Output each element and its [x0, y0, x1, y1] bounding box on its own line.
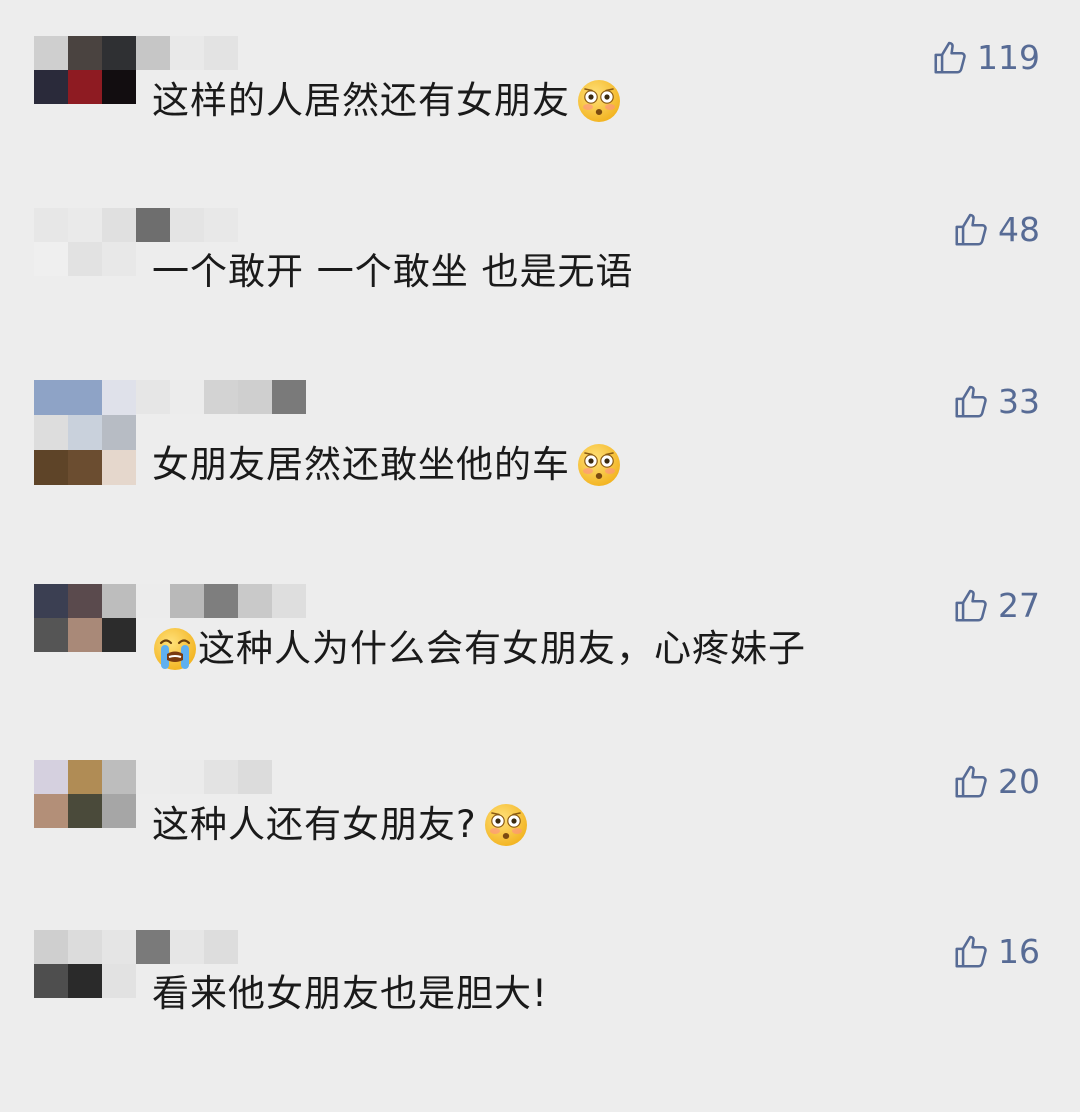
nickname-mosaic[interactable]	[136, 380, 306, 414]
like-button[interactable]: 119	[931, 38, 1040, 77]
nickname-mosaic[interactable]	[136, 930, 238, 964]
comment-item: 一个敢开 一个敢坐 也是无语 48	[0, 208, 1080, 390]
avatar[interactable]	[34, 584, 136, 652]
avatar[interactable]	[34, 760, 136, 828]
flushed-face-icon	[576, 442, 622, 488]
comment-text: 这种人还有女朋友?	[152, 802, 529, 848]
comment-text: 这种人为什么会有女朋友，心疼妹子	[152, 626, 806, 672]
like-button[interactable]: 27	[952, 586, 1040, 625]
like-button[interactable]: 16	[952, 932, 1040, 971]
thumbs-up-icon	[952, 587, 990, 625]
nickname-mosaic[interactable]	[136, 760, 272, 794]
avatar[interactable]	[34, 208, 136, 276]
loudly-crying-face-icon	[152, 626, 198, 672]
flushed-face-icon	[483, 802, 529, 848]
like-count: 33	[998, 382, 1040, 421]
comment-text-content: 一个敢开 一个敢坐 也是无语	[152, 250, 634, 293]
comment-item: 女朋友居然还敢坐他的车 33	[0, 380, 1080, 562]
flushed-face-icon	[576, 78, 622, 124]
thumbs-up-icon	[931, 39, 969, 77]
comment-item: 这样的人居然还有女朋友 119	[0, 36, 1080, 218]
comment-item: 看来他女朋友也是胆大! 16	[0, 930, 1080, 1112]
like-button[interactable]: 20	[952, 762, 1040, 801]
comment-text-content: 这种人为什么会有女朋友，心疼妹子	[198, 627, 806, 670]
like-count: 48	[998, 210, 1040, 249]
like-count: 20	[998, 762, 1040, 801]
like-count: 27	[998, 586, 1040, 625]
avatar[interactable]	[34, 380, 136, 485]
comment-text: 这样的人居然还有女朋友	[152, 78, 622, 124]
comment-text-content: 看来他女朋友也是胆大!	[152, 972, 548, 1015]
avatar[interactable]	[34, 36, 136, 104]
comment-text: 一个敢开 一个敢坐 也是无语	[152, 250, 634, 294]
like-button[interactable]: 48	[952, 210, 1040, 249]
nickname-mosaic[interactable]	[136, 208, 238, 242]
comment-item: 这种人为什么会有女朋友，心疼妹子 27	[0, 584, 1080, 766]
comment-text-content: 这种人还有女朋友?	[152, 803, 477, 846]
comment-text-content: 女朋友居然还敢坐他的车	[152, 443, 570, 486]
nickname-mosaic[interactable]	[136, 584, 306, 618]
comment-text: 女朋友居然还敢坐他的车	[152, 442, 622, 488]
thumbs-up-icon	[952, 211, 990, 249]
nickname-mosaic[interactable]	[136, 36, 238, 70]
thumbs-up-icon	[952, 933, 990, 971]
like-count: 16	[998, 932, 1040, 971]
thumbs-up-icon	[952, 763, 990, 801]
comment-text-content: 这样的人居然还有女朋友	[152, 79, 570, 122]
comment-text: 看来他女朋友也是胆大!	[152, 972, 548, 1016]
avatar[interactable]	[34, 930, 136, 998]
like-count: 119	[977, 38, 1040, 77]
like-button[interactable]: 33	[952, 382, 1040, 421]
comment-item: 这种人还有女朋友? 20	[0, 760, 1080, 942]
thumbs-up-icon	[952, 383, 990, 421]
